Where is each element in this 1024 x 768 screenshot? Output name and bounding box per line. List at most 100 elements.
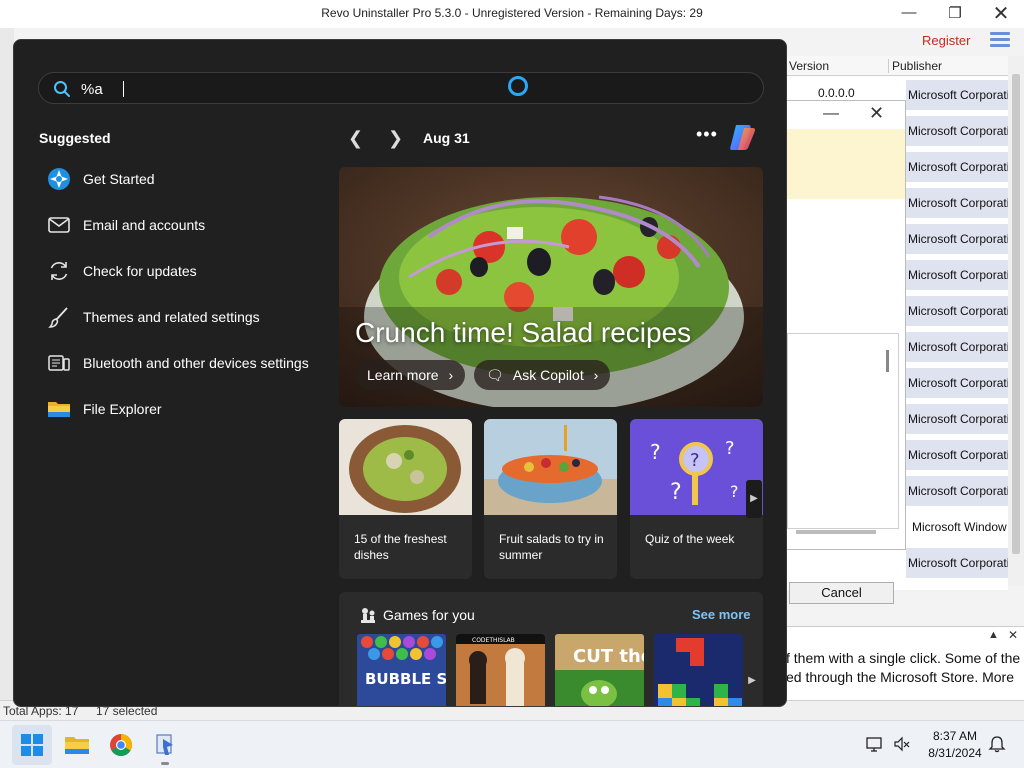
search-box[interactable] bbox=[38, 72, 764, 104]
notification-bell-icon[interactable] bbox=[988, 735, 1006, 758]
clock-date[interactable]: 8/31/2024 bbox=[918, 746, 992, 760]
chrome-icon bbox=[110, 734, 132, 756]
cancel-button[interactable]: Cancel bbox=[789, 582, 894, 604]
game-tile-chess[interactable]: CODETHISLAB bbox=[456, 634, 545, 706]
game-tile-text: CODETHISLAB bbox=[472, 637, 515, 644]
dialog-minimize-icon[interactable]: — bbox=[823, 105, 839, 123]
games-section: Games for you See more BUBBLE SHOOTER CO… bbox=[339, 592, 763, 706]
column-publisher[interactable]: Publisher bbox=[888, 59, 942, 73]
game-tile-blocks[interactable] bbox=[654, 634, 743, 706]
publisher-cell: Microsoft Corporati bbox=[906, 152, 1016, 182]
suggested-item-label: Themes and related settings bbox=[83, 309, 260, 325]
more-options-icon[interactable]: ••• bbox=[696, 124, 718, 145]
svg-text:?: ? bbox=[690, 450, 700, 471]
next-arrow-icon[interactable]: ❯ bbox=[388, 128, 403, 149]
publisher-cell: Microsoft Corporati bbox=[906, 224, 1016, 254]
column-version[interactable]: Version bbox=[789, 59, 829, 73]
dialog-hscrollbar[interactable] bbox=[796, 530, 876, 534]
loading-spinner-icon bbox=[508, 76, 528, 96]
volume-muted-icon[interactable] bbox=[893, 735, 911, 758]
ask-copilot-button[interactable]: 🗨 Ask Copilot › bbox=[474, 360, 611, 390]
svg-text:?: ? bbox=[670, 480, 682, 505]
learn-more-button[interactable]: Learn more › bbox=[355, 360, 466, 390]
scrollbar-thumb[interactable] bbox=[1012, 74, 1020, 554]
suggested-item-label: Check for updates bbox=[83, 263, 197, 279]
hero-title: Crunch time! Salad recipes bbox=[355, 317, 692, 348]
revo-window-title: Revo Uninstaller Pro 5.3.0 - Unregistere… bbox=[321, 6, 703, 20]
revo-dialog: — ✕ bbox=[786, 100, 906, 550]
devices-icon bbox=[48, 355, 70, 371]
games-title: Games for you bbox=[383, 607, 475, 623]
description-line: ed through the Microsoft Store. More bbox=[786, 669, 1014, 685]
suggested-item-file-explorer[interactable]: File Explorer bbox=[38, 390, 328, 428]
mail-icon bbox=[48, 217, 70, 233]
network-icon[interactable] bbox=[866, 735, 884, 758]
suggested-item-label: Get Started bbox=[83, 171, 155, 187]
card-image-salad-dish bbox=[339, 419, 472, 515]
suggested-item-email-accounts[interactable]: Email and accounts bbox=[38, 206, 328, 244]
card-caption: Fruit salads to try in summer bbox=[499, 532, 604, 562]
publisher-cell: Microsoft Corporati bbox=[906, 476, 1016, 506]
feed-date: Aug 31 bbox=[423, 130, 470, 146]
suggested-item-get-started[interactable]: Get Started bbox=[38, 160, 328, 198]
revo-column-header: Version Publisher bbox=[786, 56, 1008, 76]
publisher-cell: Microsoft Corporati bbox=[906, 116, 1016, 146]
publisher-cell: Microsoft Corporati bbox=[906, 368, 1016, 398]
news-card[interactable]: Fruit salads to try in summer bbox=[484, 419, 617, 579]
clock-time[interactable]: 8:37 AM bbox=[925, 729, 985, 743]
start-button[interactable] bbox=[12, 725, 52, 765]
suggested-item-label: Bluetooth and other devices settings bbox=[83, 355, 309, 371]
card-image-fruit-bowl bbox=[484, 419, 617, 515]
bubble-shooter-image: BUBBLE SHOOTER bbox=[357, 634, 446, 706]
windows-logo-icon bbox=[21, 734, 43, 756]
publisher-cell: Microsoft Corporati bbox=[906, 188, 1016, 218]
minimize-button[interactable]: — bbox=[889, 4, 929, 21]
revo-taskbar-button[interactable] bbox=[145, 725, 185, 765]
refresh-icon bbox=[50, 262, 68, 280]
card-image-quiz: ? ? ? ? ? bbox=[630, 419, 763, 515]
revo-description-panel: ▲ ✕ f them with a single click. Some of … bbox=[786, 626, 1024, 706]
search-input[interactable] bbox=[81, 78, 481, 100]
svg-text:?: ? bbox=[730, 482, 739, 501]
game-tile-bubble-shooter[interactable]: BUBBLE SHOOTER bbox=[357, 634, 446, 706]
copilot-icon[interactable] bbox=[726, 122, 758, 152]
panel-close-icon[interactable]: ✕ bbox=[1008, 628, 1018, 642]
publisher-cell: Microsoft Window bbox=[910, 512, 1020, 542]
game-tile-cut-the-rope[interactable]: CUT the ROPE bbox=[555, 634, 644, 706]
restore-button[interactable]: ❐ bbox=[935, 4, 975, 22]
previous-arrow-icon[interactable]: ❮ bbox=[348, 128, 363, 149]
description-text: f them with a single click. Some of the … bbox=[786, 649, 1024, 687]
see-more-link[interactable]: See more bbox=[692, 607, 751, 622]
hamburger-menu-icon[interactable] bbox=[990, 32, 1010, 50]
svg-text:?: ? bbox=[650, 440, 661, 464]
blocks-image bbox=[654, 634, 743, 706]
news-card[interactable]: ? ? ? ? ? Quiz of the week bbox=[630, 419, 763, 579]
pin-icon[interactable]: ▲ bbox=[988, 629, 999, 641]
chrome-taskbar-button[interactable] bbox=[101, 725, 141, 765]
dialog-text-area bbox=[787, 333, 899, 534]
version-cell: 0.0.0.0 bbox=[818, 86, 855, 100]
cards-next-arrow-icon[interactable]: ▶ bbox=[746, 480, 762, 518]
publisher-cell: Microsoft Corporati bbox=[906, 260, 1016, 290]
suggested-item-check-updates[interactable]: Check for updates bbox=[38, 252, 328, 290]
dialog-close-icon[interactable]: ✕ bbox=[869, 103, 884, 124]
suggested-item-label: File Explorer bbox=[83, 401, 162, 417]
publisher-cell: Microsoft Corporati bbox=[906, 296, 1016, 326]
news-card[interactable]: 15 of the freshest dishes bbox=[339, 419, 472, 579]
chevron-right-icon: › bbox=[593, 367, 599, 383]
hero-card[interactable]: Crunch time! Salad recipes Learn more › … bbox=[339, 167, 763, 407]
chess-image: CODETHISLAB bbox=[456, 634, 545, 706]
publisher-cell: Microsoft Corporati bbox=[906, 440, 1016, 470]
register-link[interactable]: Register bbox=[922, 33, 970, 48]
dialog-scrollbar[interactable] bbox=[886, 350, 889, 372]
close-button[interactable]: ✕ bbox=[981, 1, 1021, 26]
publisher-cell: Microsoft Corporati bbox=[906, 548, 1016, 578]
taskbar: 8:37 AM 8/31/2024 bbox=[0, 720, 1024, 768]
suggested-item-themes[interactable]: Themes and related settings bbox=[38, 298, 328, 336]
suggested-item-bluetooth[interactable]: Bluetooth and other devices settings bbox=[38, 344, 328, 382]
text-caret bbox=[123, 81, 124, 97]
file-explorer-taskbar-button[interactable] bbox=[57, 725, 97, 765]
revo-vertical-scrollbar[interactable] bbox=[1008, 56, 1024, 586]
revo-uninstaller-icon bbox=[156, 734, 173, 755]
games-next-arrow-icon[interactable]: ▶ bbox=[744, 662, 760, 700]
